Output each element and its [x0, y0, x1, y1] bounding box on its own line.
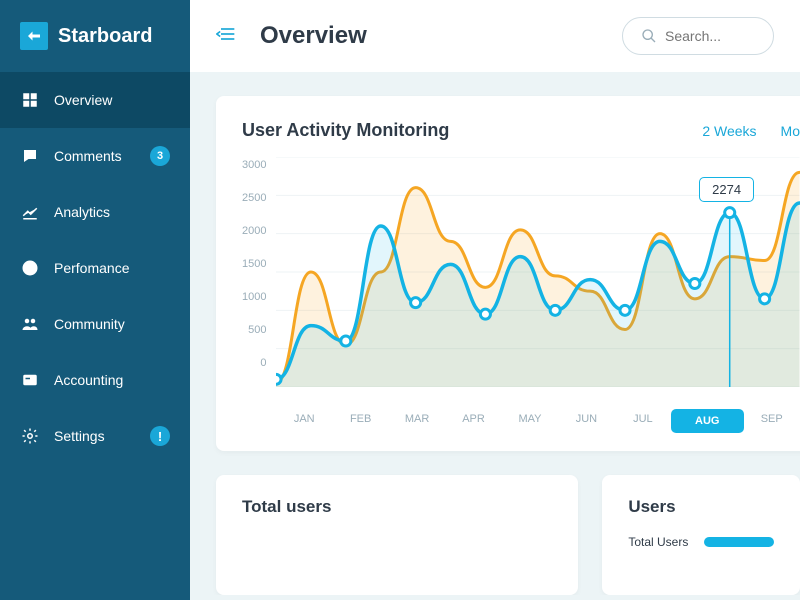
- x-tick: SEP: [744, 413, 800, 433]
- x-tick: JUN: [558, 413, 614, 433]
- sidebar-item-accounting[interactable]: Accounting: [0, 352, 190, 408]
- sidebar-item-label: Settings: [54, 428, 136, 444]
- sidebar-item-label: Analytics: [54, 204, 170, 220]
- sidebar-item-label: Comments: [54, 148, 136, 164]
- comments-icon: [20, 146, 40, 166]
- sidebar-item-label: Accounting: [54, 372, 170, 388]
- x-tick: MAY: [502, 413, 558, 433]
- comments-badge: 3: [150, 146, 170, 166]
- topbar: Overview: [190, 0, 800, 72]
- logo-icon: [20, 22, 48, 50]
- sidebar-item-analytics[interactable]: Analytics: [0, 184, 190, 240]
- x-tick: APR: [445, 413, 501, 433]
- brand-name: Starboard: [58, 25, 152, 48]
- total-users-card: Total users: [216, 475, 578, 595]
- sidebar-item-label: Perfomance: [54, 260, 170, 276]
- search-box[interactable]: [622, 17, 774, 55]
- page-title: Overview: [260, 22, 598, 50]
- sidebar-item-performance[interactable]: Perfomance: [0, 240, 190, 296]
- period-2weeks[interactable]: 2 Weeks: [702, 123, 756, 139]
- users-breakdown-card: Users Total Users: [602, 475, 800, 595]
- search-icon: [641, 28, 657, 44]
- x-tick: JAN: [276, 413, 332, 433]
- performance-icon: [20, 258, 40, 278]
- settings-icon: [20, 426, 40, 446]
- analytics-icon: [20, 202, 40, 222]
- sidebar-collapse-button[interactable]: [216, 26, 236, 47]
- users-bar: [704, 537, 774, 547]
- users-row-label: Total Users: [628, 535, 688, 549]
- x-tick: MAR: [389, 413, 445, 433]
- chart-tooltip: 2274: [699, 177, 754, 202]
- x-tick: FEB: [332, 413, 388, 433]
- total-users-title: Total users: [242, 497, 552, 517]
- chart-title: User Activity Monitoring: [242, 120, 702, 141]
- sidebar: Starboard Overview Comments 3 Analytics …: [0, 0, 190, 600]
- activity-chart-card: User Activity Monitoring 2 Weeks Mo 3000…: [216, 96, 800, 451]
- sidebar-item-label: Community: [54, 316, 170, 332]
- users-title: Users: [628, 497, 774, 517]
- sidebar-item-settings[interactable]: Settings !: [0, 408, 190, 464]
- chart-x-axis: JAN FEB MAR APR MAY JUN JUL AUG SEP: [242, 413, 800, 433]
- x-tick: JUL: [615, 413, 671, 433]
- users-row-total: Total Users: [628, 535, 774, 549]
- period-month-truncated[interactable]: Mo: [781, 123, 800, 139]
- sidebar-item-community[interactable]: Community: [0, 296, 190, 352]
- sidebar-nav: Overview Comments 3 Analytics Perfomance…: [0, 72, 190, 464]
- chart-period-tabs: 2 Weeks Mo: [702, 123, 800, 139]
- main-content: Overview User Activity Monitoring 2 Week…: [190, 0, 800, 600]
- sidebar-item-comments[interactable]: Comments 3: [0, 128, 190, 184]
- chart-y-axis: 3000 2500 2000 1500 1000 500 0: [242, 157, 276, 387]
- brand-logo: Starboard: [0, 0, 190, 72]
- settings-badge: !: [150, 426, 170, 446]
- chart-plot-area: 2274: [276, 157, 800, 407]
- x-tick-active[interactable]: AUG: [671, 409, 743, 433]
- community-icon: [20, 314, 40, 334]
- accounting-icon: [20, 370, 40, 390]
- sidebar-item-overview[interactable]: Overview: [0, 72, 190, 128]
- dashboard-icon: [20, 90, 40, 110]
- sidebar-item-label: Overview: [54, 92, 170, 108]
- search-input[interactable]: [665, 28, 755, 44]
